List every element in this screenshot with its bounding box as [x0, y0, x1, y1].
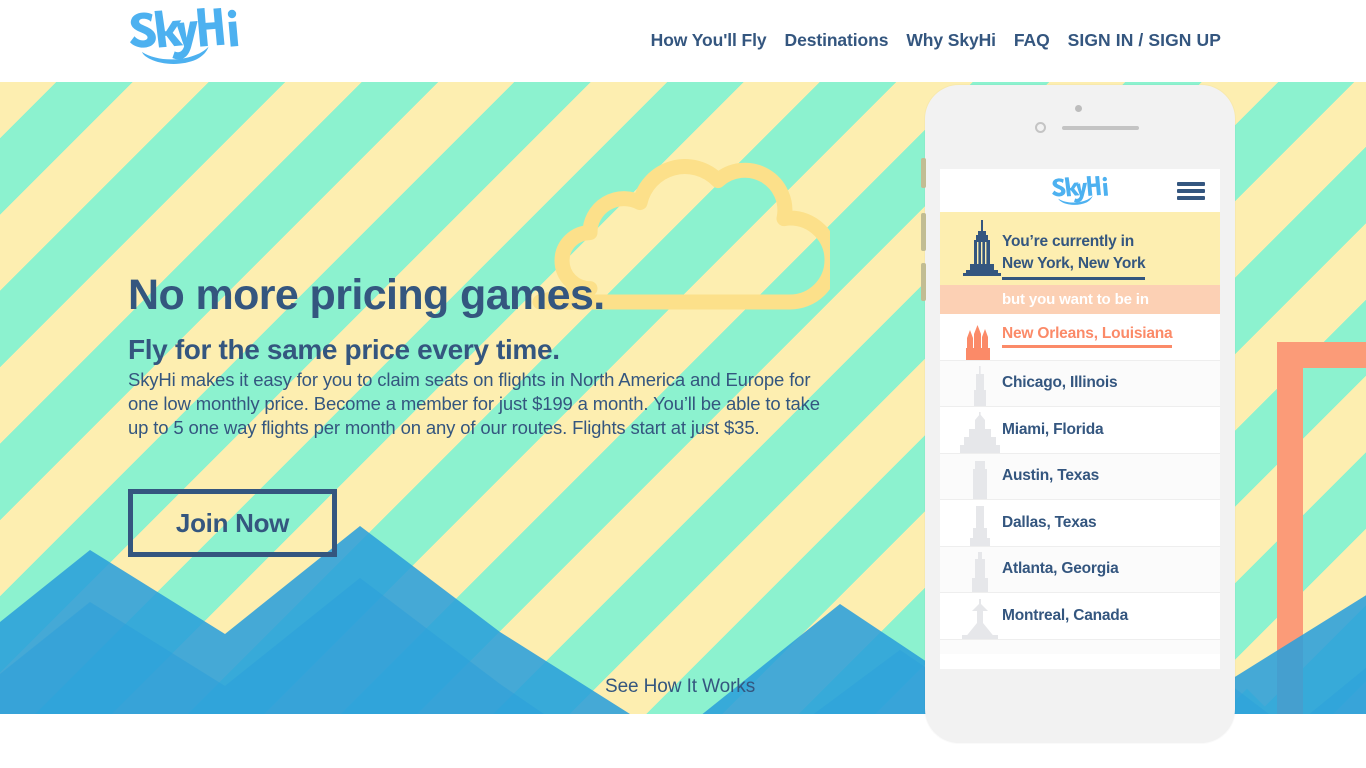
- see-how-it-works-link[interactable]: See How It Works: [605, 676, 755, 698]
- phone-screen: You’re currently in New York, New York b…: [940, 169, 1220, 669]
- phone-camera-icon: [1075, 105, 1082, 112]
- phone-mockup: You’re currently in New York, New York b…: [921, 85, 1235, 743]
- current-location-block: You’re currently in New York, New York: [940, 212, 1220, 285]
- destination-prompt-label: but you want to be in: [1002, 291, 1149, 308]
- empire-state-building-icon: [963, 220, 1001, 276]
- current-location-label: You’re currently in: [1002, 233, 1134, 250]
- building-miami-icon: [958, 407, 1002, 453]
- join-now-button[interactable]: Join Now: [128, 489, 337, 557]
- selected-city-name: New Orleans, Louisiana: [1002, 325, 1173, 349]
- city-name: Austin, Texas: [1002, 467, 1100, 485]
- city-row-selected[interactable]: New Orleans, Louisiana: [940, 314, 1220, 361]
- cathedral-icon: [958, 314, 1002, 360]
- city-name: Dallas, Texas: [1002, 513, 1097, 531]
- building-austin-icon: [958, 453, 1002, 499]
- phone-sensor-icon: [1035, 122, 1046, 133]
- skyhi-logo-icon: [130, 8, 239, 64]
- hero-body-text: SkyHi makes it easy for you to claim sea…: [128, 369, 820, 438]
- current-city-name[interactable]: New York, New York: [1002, 253, 1146, 280]
- nav-item-why-skyhi[interactable]: Why SkyHi: [897, 32, 1005, 50]
- city-row-chicago[interactable]: Chicago, Illinois: [940, 360, 1220, 407]
- city-row-miami[interactable]: Miami, Florida: [940, 407, 1220, 454]
- city-name: Chicago, Illinois: [1002, 374, 1118, 392]
- hero-subheadline: Fly for the same price every time.: [128, 334, 560, 365]
- nav-item-how-youll-fly[interactable]: How You'll Fly: [642, 32, 776, 50]
- city-name: Atlanta, Georgia: [1002, 560, 1119, 578]
- city-row-montreal[interactable]: Montreal, Canada: [940, 593, 1220, 640]
- nav-item-faq[interactable]: FAQ: [1005, 32, 1059, 50]
- phone-speaker-icon: [1062, 126, 1139, 130]
- nav-item-destinations[interactable]: Destinations: [776, 32, 898, 50]
- phone-volume-down-button[interactable]: [921, 263, 926, 301]
- skyhi-logo[interactable]: [126, 8, 246, 74]
- city-name: Miami, Florida: [1002, 420, 1104, 438]
- city-name: Montreal, Canada: [1002, 606, 1128, 624]
- building-montreal-icon: [958, 593, 1002, 639]
- hamburger-menu-icon[interactable]: [1177, 182, 1205, 201]
- city-row-dallas[interactable]: Dallas, Texas: [940, 500, 1220, 547]
- city-row-austin[interactable]: Austin, Texas: [940, 453, 1220, 500]
- app-bar: [940, 169, 1220, 212]
- app-skyhi-logo-icon: [1052, 176, 1109, 205]
- phone-mute-switch[interactable]: [921, 158, 926, 188]
- destination-prompt-band: but you want to be in: [940, 285, 1220, 314]
- nav-item-sign-in-sign-up[interactable]: SIGN IN / SIGN UP: [1059, 32, 1230, 50]
- site-header: How You'll Fly Destinations Why SkyHi FA…: [0, 0, 1366, 82]
- phone-volume-up-button[interactable]: [921, 213, 926, 251]
- building-atlanta-icon: [958, 546, 1002, 592]
- building-dallas-icon: [958, 500, 1002, 546]
- main-navigation: How You'll Fly Destinations Why SkyHi FA…: [642, 0, 1230, 82]
- city-row-partial[interactable]: [940, 639, 1220, 654]
- city-row-atlanta[interactable]: Atlanta, Georgia: [940, 546, 1220, 593]
- building-chicago-icon: [958, 360, 1002, 406]
- hero-headline: No more pricing games.: [128, 271, 605, 319]
